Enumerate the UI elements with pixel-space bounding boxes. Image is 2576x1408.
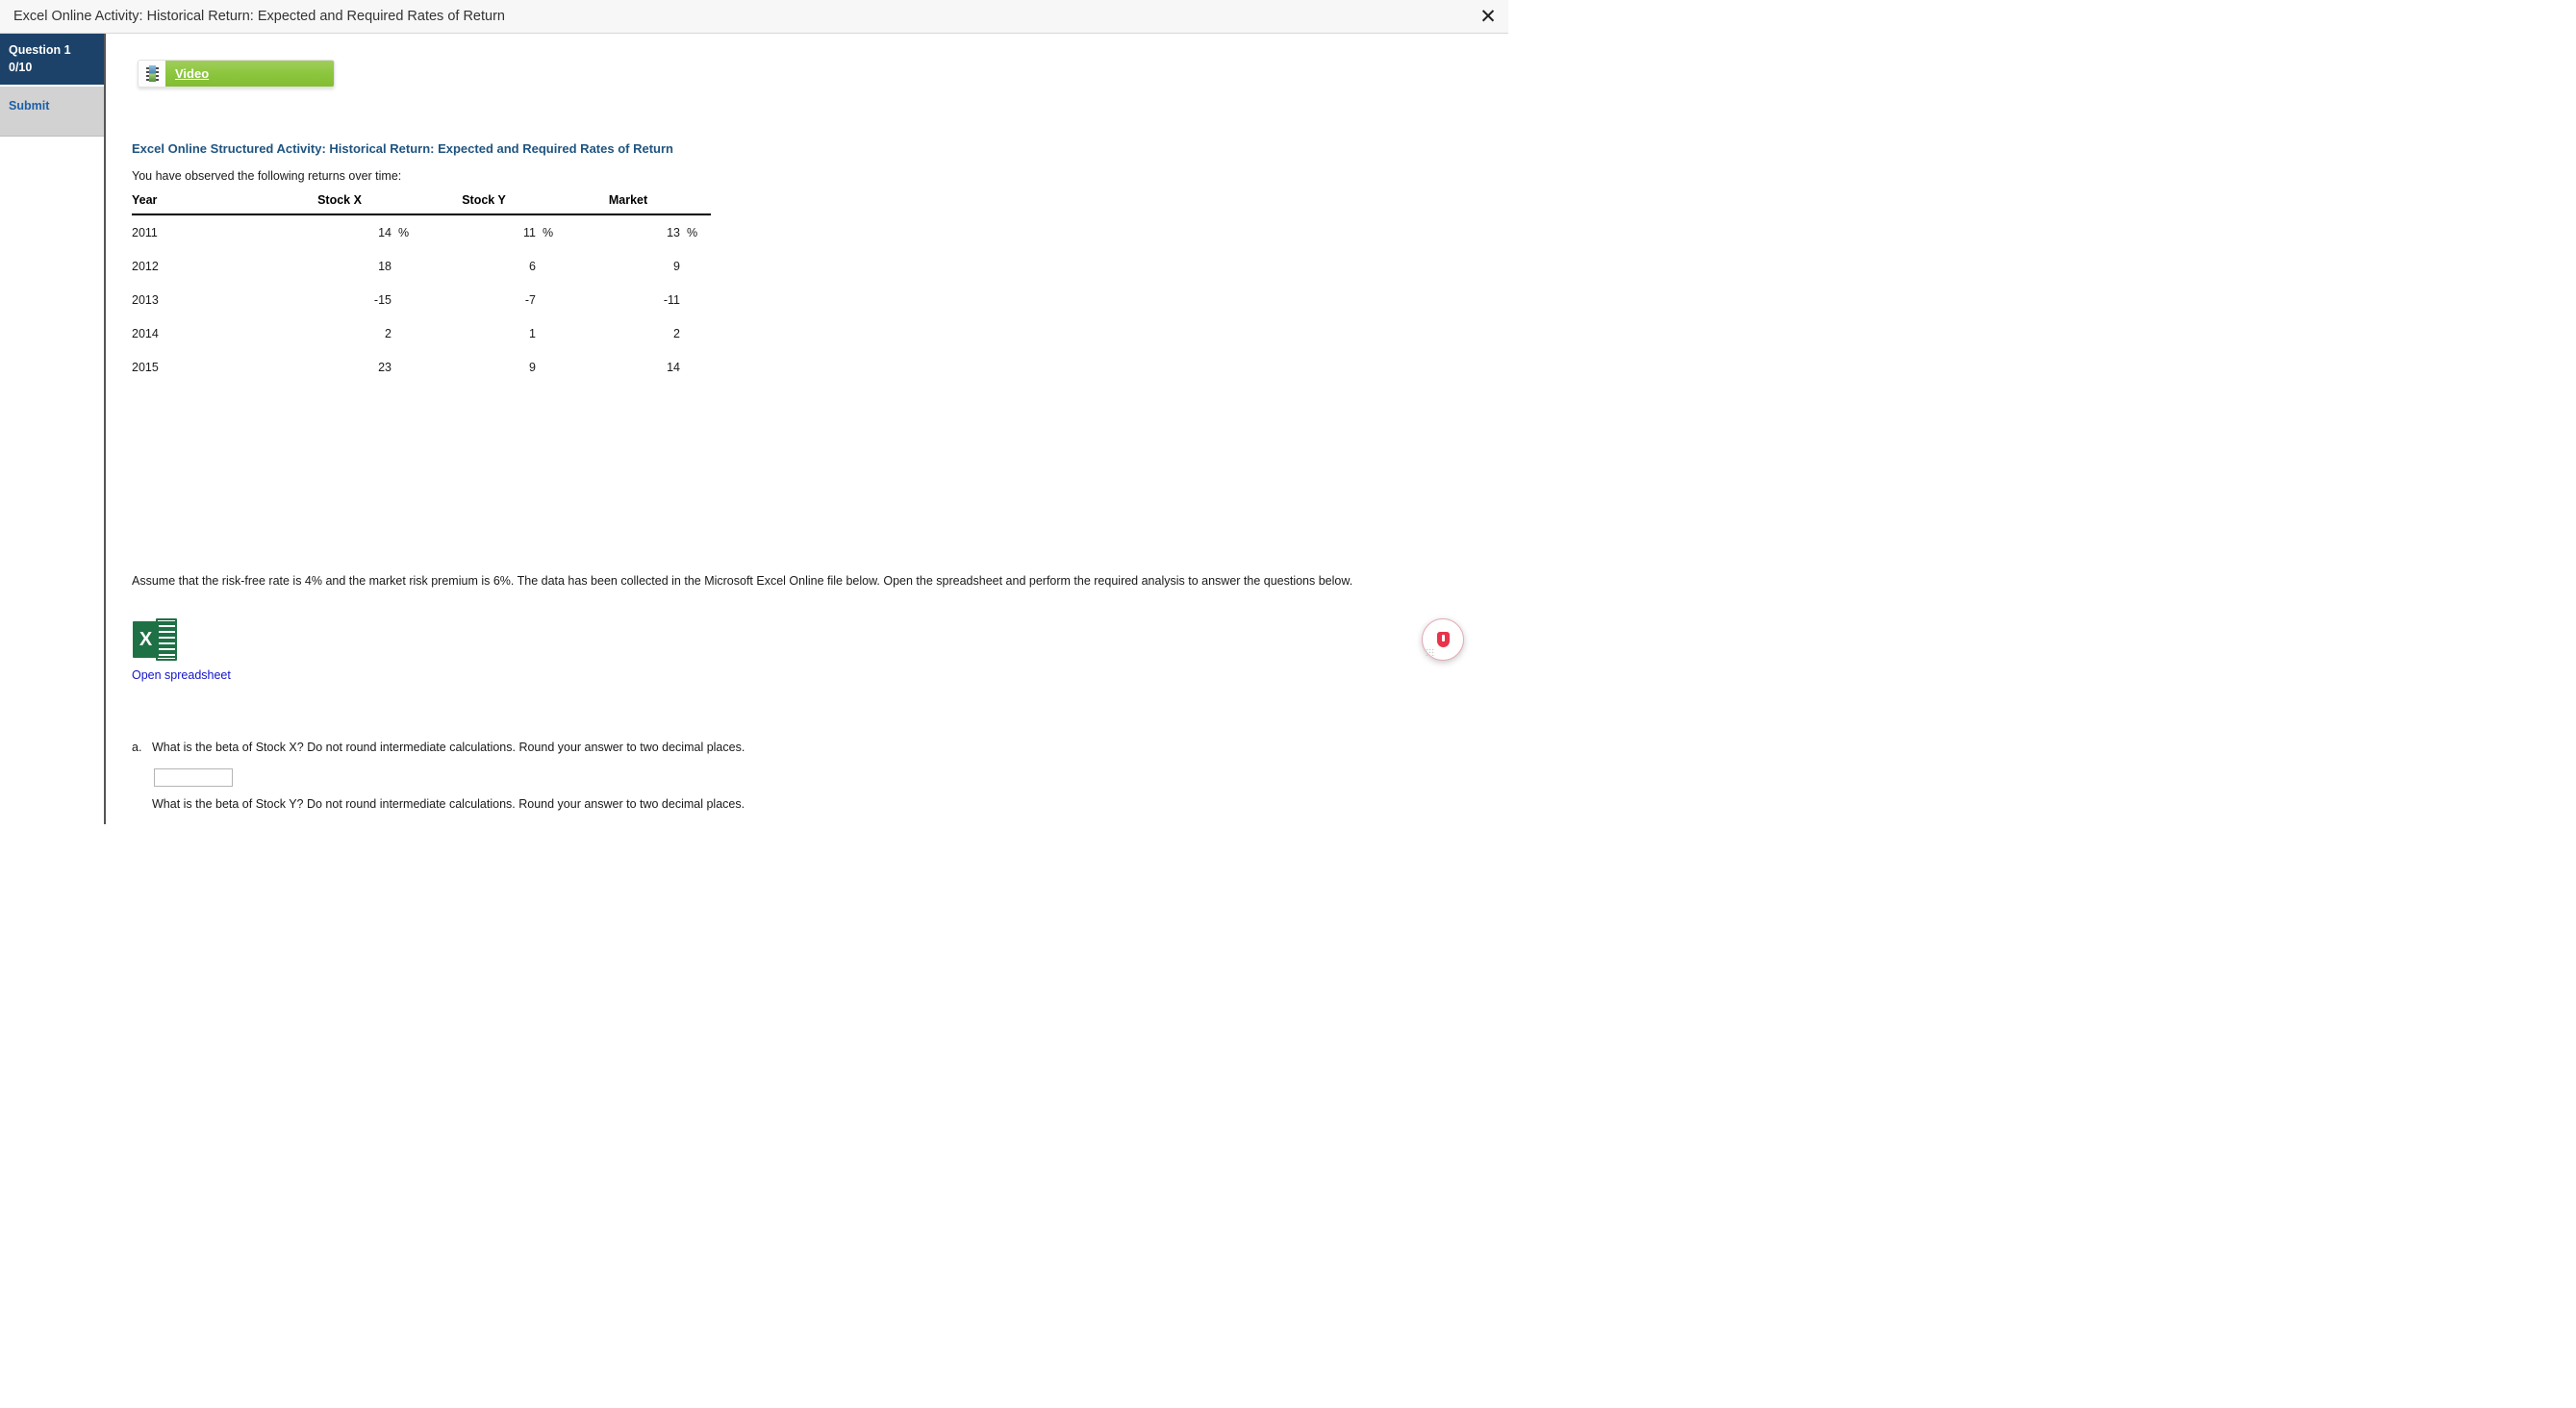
window-titlebar: Excel Online Activity: Historical Return… — [0, 0, 1508, 34]
header-spacer-y — [536, 193, 567, 214]
cell-stock-y-unit: % — [543, 226, 554, 239]
cell-stock-y-unit — [536, 316, 567, 350]
cell-market-unit — [680, 350, 711, 384]
cell-stock-y-unit — [536, 283, 567, 316]
cell-stock-y: 11 — [523, 226, 536, 239]
page-title: Excel Online Activity: Historical Return… — [13, 9, 505, 24]
cell-stock-x-unit — [391, 350, 422, 384]
cell-year: 2014 — [132, 327, 159, 340]
close-icon[interactable]: ✕ — [1476, 4, 1501, 29]
cell-market: 9 — [673, 260, 680, 273]
cell-stock-x: 23 — [378, 361, 391, 374]
cell-stock-x: 14 — [378, 226, 391, 239]
answer-input-beta-x[interactable] — [154, 768, 233, 787]
cell-stock-x-unit — [391, 283, 422, 316]
cell-market-unit — [680, 249, 711, 283]
cell-market-unit — [680, 283, 711, 316]
cell-stock-x-unit — [391, 316, 422, 350]
returns-table: Year Stock X Stock Y Market 2011 14 % 11… — [132, 193, 711, 384]
cell-year: 2012 — [132, 260, 159, 273]
video-button-body[interactable]: Video — [165, 61, 334, 87]
cell-stock-x: -15 — [373, 293, 391, 307]
cell-market: 13 — [667, 226, 680, 239]
cell-market: -11 — [663, 293, 680, 307]
shield-icon — [1436, 632, 1450, 647]
header-year: Year — [132, 193, 158, 207]
sidebar: Question 1 0/10 Submit — [0, 34, 106, 824]
table-header: Year Stock X Stock Y Market — [132, 193, 711, 214]
question-prompt-a2: What is the beta of Stock Y? Do not roun… — [152, 797, 745, 811]
cell-market: 2 — [673, 327, 680, 340]
drag-handle[interactable] — [1426, 648, 1435, 656]
excel-grid-shape — [158, 621, 175, 658]
cell-stock-x: 2 — [385, 327, 391, 340]
cell-market-unit — [680, 316, 711, 350]
cell-stock-x-unit: % — [398, 226, 410, 239]
activity-title: Excel Online Structured Activity: Histor… — [132, 141, 673, 156]
sidebar-submit-block: Submit — [0, 87, 104, 138]
cell-stock-y: 6 — [529, 260, 536, 273]
cell-stock-y: -7 — [524, 293, 536, 307]
excel-x-shape — [133, 621, 159, 658]
question-label: Question 1 — [9, 43, 71, 57]
cell-market: 14 — [667, 361, 680, 374]
cell-year: 2011 — [132, 226, 158, 239]
cell-stock-y-unit — [536, 350, 567, 384]
cell-stock-y: 1 — [529, 327, 536, 340]
cell-stock-y: 9 — [529, 361, 536, 374]
cell-market-unit: % — [687, 226, 698, 239]
table-row: 2011 14 % 11 % 13 % — [132, 214, 711, 249]
question-prompt-a: What is the beta of Stock X? Do not roun… — [152, 741, 745, 754]
assumption-text: Assume that the risk-free rate is 4% and… — [132, 574, 1353, 588]
header-spacer-x — [391, 193, 422, 214]
cell-stock-y-unit — [536, 249, 567, 283]
header-spacer-m — [680, 193, 711, 214]
table-row: 2012 18 6 9 — [132, 249, 711, 283]
main-content: Video Excel Online Structured Activity: … — [108, 34, 1508, 824]
table-row: 2013 -15 -7 -11 — [132, 283, 711, 316]
table-row: 2014 2 1 2 — [132, 316, 711, 350]
cell-year: 2015 — [132, 361, 159, 374]
submit-link[interactable]: Submit — [9, 99, 49, 113]
intro-text: You have observed the following returns … — [132, 169, 402, 183]
cell-year: 2013 — [132, 293, 159, 307]
table-header-row: Year Stock X Stock Y Market — [132, 193, 711, 214]
sidebar-item-question-1[interactable]: Question 1 0/10 — [0, 34, 104, 88]
cell-stock-x: 18 — [378, 260, 391, 273]
excel-icon[interactable] — [133, 618, 177, 661]
header-stock-x: Stock X — [317, 193, 362, 207]
table-row: 2015 23 9 14 — [132, 350, 711, 384]
film-icon-cell — [139, 61, 165, 87]
header-market: Market — [608, 193, 648, 207]
header-stock-y: Stock Y — [462, 193, 506, 207]
video-label: Video — [175, 66, 210, 81]
open-spreadsheet-link[interactable]: Open spreadsheet — [132, 668, 231, 682]
table-body: 2011 14 % 11 % 13 % 2012 18 6 9 2013 -15 — [132, 214, 711, 384]
cell-stock-x-unit — [391, 249, 422, 283]
question-marker-a: a. — [132, 741, 142, 754]
question-score: 0/10 — [9, 61, 33, 75]
film-icon — [145, 65, 159, 82]
video-button[interactable]: Video — [138, 60, 335, 88]
